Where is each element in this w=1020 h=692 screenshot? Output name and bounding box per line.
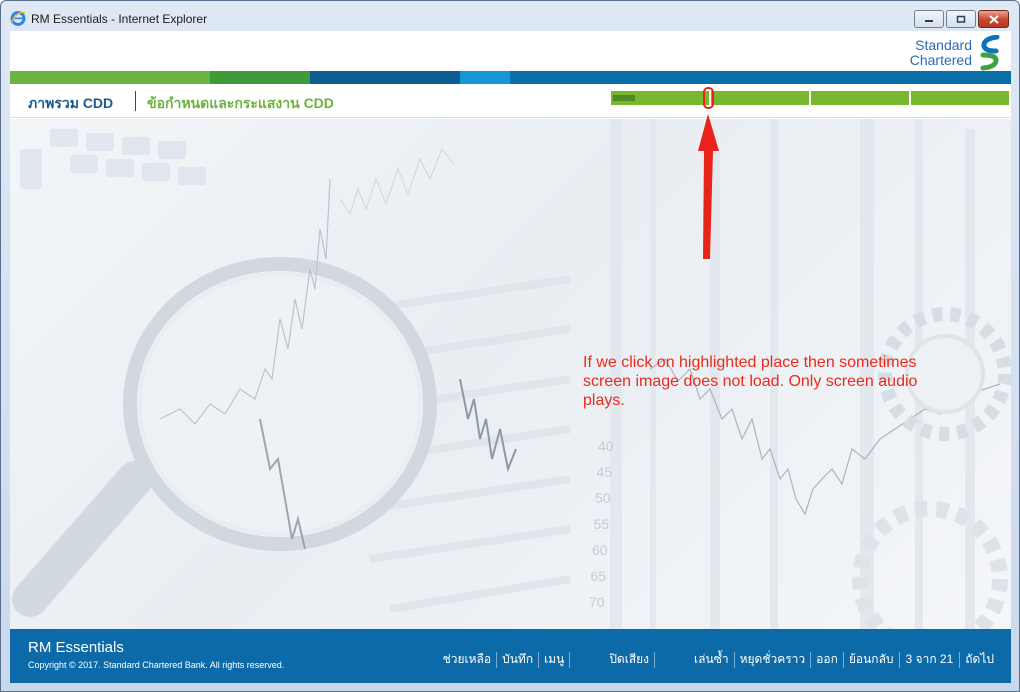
replay-button[interactable]: เล่นซ้ำ bbox=[689, 650, 734, 669]
title-bar: RM Essentials - Internet Explorer bbox=[1, 1, 1019, 31]
window-title: RM Essentials - Internet Explorer bbox=[31, 12, 208, 26]
close-button[interactable] bbox=[978, 10, 1009, 28]
window-controls bbox=[914, 10, 1009, 28]
footer-navigation: ช่วยเหลือ บันทึก เมนู ปิดเสียง เล่นซ้ำ ห… bbox=[438, 650, 999, 669]
pause-button[interactable]: หยุดชั่วคราว bbox=[735, 650, 811, 669]
annotation-overlay bbox=[698, 87, 719, 259]
course-page: Standard Chartered ภาพรวม CDD ข้อกำหนดแล… bbox=[10, 31, 1011, 683]
menu-button[interactable]: เมนู bbox=[539, 650, 569, 669]
next-button[interactable]: ถัดไป bbox=[960, 650, 999, 669]
maximize-button[interactable] bbox=[946, 10, 976, 28]
browser-window: RM Essentials - Internet Explorer Standa… bbox=[0, 0, 1020, 692]
footer-copyright: Copyright © 2017. Standard Chartered Ban… bbox=[28, 660, 285, 670]
exit-button[interactable]: ออก bbox=[811, 650, 843, 669]
mute-button[interactable]: ปิดเสียง bbox=[604, 650, 654, 669]
close-icon bbox=[988, 14, 999, 24]
annotation-arrow bbox=[698, 114, 719, 259]
back-button[interactable]: ย้อนกลับ bbox=[844, 650, 899, 669]
annotation-highlight bbox=[703, 87, 714, 109]
minimize-button[interactable] bbox=[914, 10, 944, 28]
nav-separator bbox=[569, 651, 571, 668]
footer: RM Essentials Copyright © 2017. Standard… bbox=[10, 629, 1011, 683]
footer-app-name: RM Essentials bbox=[28, 639, 124, 656]
minimize-icon bbox=[925, 20, 933, 22]
notes-button[interactable]: บันทึก bbox=[497, 650, 538, 669]
maximize-icon bbox=[956, 15, 966, 23]
nav-separator bbox=[654, 651, 656, 668]
internet-explorer-icon bbox=[10, 11, 26, 26]
page-counter: 3 จาก 21 bbox=[905, 652, 954, 666]
help-button[interactable]: ช่วยเหลือ bbox=[438, 650, 497, 669]
